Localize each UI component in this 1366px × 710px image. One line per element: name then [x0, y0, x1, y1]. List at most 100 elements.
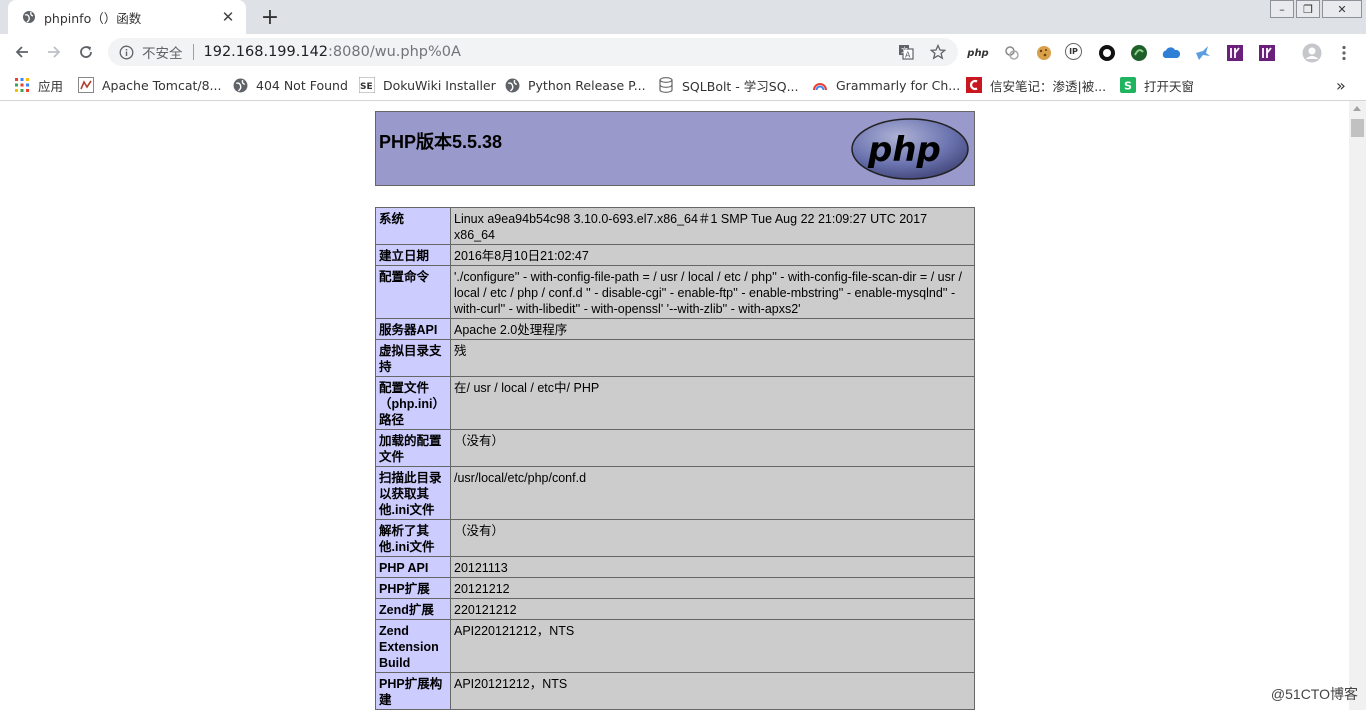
ip-extension-icon[interactable]: IP [1065, 43, 1082, 60]
toolbar: 不安全 192.168.199.142:8080/wu.php%0A A文 ph… [0, 34, 1366, 70]
table-row: 服务器API Apache 2.0处理程序 [375, 318, 975, 340]
vertical-scrollbar[interactable] [1349, 101, 1366, 710]
bookmark-label: 信安笔记：渗透|被... [990, 78, 1107, 94]
cookie-extension-icon[interactable] [1034, 43, 1054, 63]
row-key: 服务器API [375, 318, 451, 340]
table-row: PHP API 20121113 [375, 556, 975, 578]
info-icon[interactable] [118, 44, 134, 60]
bookmark-label: Python Release P... [528, 77, 646, 93]
dokuwiki-icon: SE [359, 77, 375, 93]
php-extension-icon[interactable]: php [967, 43, 988, 63]
back-arrow-icon [15, 46, 28, 58]
bookmarks-overflow-button[interactable]: » [1336, 76, 1346, 95]
row-value: API220121212，NTS [450, 619, 975, 673]
bookmark-python[interactable]: Python Release P... [504, 76, 646, 94]
link-extension-icon[interactable] [1002, 43, 1022, 63]
bookmark-label: Grammarly for Ch... [836, 77, 961, 93]
row-key: PHP API [375, 556, 451, 578]
bookmark-dokuwiki[interactable]: SE DokuWiki Installer [359, 76, 496, 94]
minimize-button[interactable]: – [1270, 0, 1294, 18]
row-key: 配置文件（php.ini）路径 [375, 376, 451, 430]
bookmark-label: SQLBolt - 学习SQ... [682, 78, 799, 94]
profile-avatar-icon[interactable] [1302, 43, 1322, 63]
row-key: PHP扩展构建 [375, 672, 451, 710]
row-value: 220121212 [450, 598, 975, 620]
table-row: PHP扩展 20121212 [375, 577, 975, 599]
row-key: 配置命令 [375, 265, 451, 319]
back-button[interactable] [10, 40, 34, 64]
row-key: 扫描此目录以获取其他.ini文件 [375, 466, 451, 520]
divider [192, 44, 194, 60]
watermark: @51CTO博客 [1270, 686, 1358, 702]
c-logo-icon [966, 77, 982, 93]
forward-arrow-icon [48, 46, 61, 58]
table-row: Zend扩展 220121212 [375, 598, 975, 620]
bookmark-404[interactable]: 404 Not Found [232, 76, 348, 94]
green-extension-icon[interactable] [1129, 43, 1149, 63]
row-value: API20121212，NTS [450, 672, 975, 710]
apps-grid-icon [14, 77, 30, 93]
bookmark-apps[interactable]: 应用 [14, 76, 63, 94]
rainbow-icon [812, 77, 828, 93]
page-title: PHP版本5.5.38 [379, 132, 503, 152]
database-icon [658, 77, 674, 93]
page-viewport: PHP版本5.5.38 php 系统 Linux a9ea94b54c98 3.1… [0, 101, 1349, 710]
translate-icon[interactable]: A文 [897, 43, 915, 61]
reload-button[interactable] [74, 40, 98, 64]
scrollbar-thumb[interactable] [1351, 119, 1364, 137]
row-value: （没有） [450, 429, 975, 467]
url-text[interactable]: 192.168.199.142:8080/wu.php%0A [204, 44, 461, 60]
bookmark-dakaitianchuang[interactable]: S 打开天窗 [1120, 76, 1194, 94]
row-value: 2016年8月10日21:02:47 [450, 244, 975, 266]
tab-strip: phpinfo（）函数 ✕ + – ❐ ✕ [0, 0, 1366, 34]
bookmark-tomcat[interactable]: Apache Tomcat/8... [78, 76, 221, 94]
tab-title: phpinfo（）函数 [44, 10, 142, 26]
row-key: 加载的配置文件 [375, 429, 451, 467]
row-key: 建立日期 [375, 244, 451, 266]
row-key: 虚拟目录支持 [375, 339, 451, 377]
row-value: 残 [450, 339, 975, 377]
cloud-extension-icon[interactable] [1161, 43, 1181, 63]
bird-extension-icon[interactable] [1193, 43, 1213, 63]
bookmark-sqlbolt[interactable]: SQLBolt - 学习SQ... [658, 76, 799, 94]
purple-extension-icon-2[interactable] [1257, 43, 1277, 63]
svg-text:S: S [1124, 80, 1132, 93]
row-key: Zend Extension Build [375, 619, 451, 673]
address-bar[interactable]: 不安全 192.168.199.142:8080/wu.php%0A [108, 38, 958, 66]
row-key: 系统 [375, 207, 451, 245]
row-value: 在/ usr / local / etc中/ PHP [450, 376, 975, 430]
table-row: 虚拟目录支持残 [375, 339, 975, 377]
restore-button[interactable]: ❐ [1296, 0, 1320, 18]
bookmark-grammarly[interactable]: Grammarly for Ch... [812, 76, 960, 94]
globe-icon [504, 77, 520, 93]
row-value: 20121113 [450, 556, 975, 578]
tab-phpinfo[interactable]: phpinfo（）函数 ✕ [8, 0, 246, 34]
php-version-header: PHP版本5.5.38 php [375, 111, 975, 186]
svg-text:文: 文 [901, 46, 908, 55]
row-value: Apache 2.0处理程序 [450, 318, 975, 340]
table-row: 加载的配置文件 （没有） [375, 429, 975, 467]
new-tab-button[interactable]: + [258, 5, 282, 30]
row-value: 20121212 [450, 577, 975, 599]
table-row: 配置命令 './configure'' - with-config-file-pa… [375, 265, 975, 319]
globe-icon [232, 77, 248, 93]
php-logo-icon: php [851, 118, 969, 180]
table-row: 扫描此目录以获取其他.ini文件/usr/local/etc/php/conf.… [375, 466, 975, 520]
bookmark-xinan[interactable]: 信安笔记：渗透|被... [966, 76, 1106, 94]
security-label[interactable]: 不安全 [142, 42, 183, 62]
row-key: PHP扩展 [375, 577, 451, 599]
scroll-up-icon[interactable] [1353, 106, 1361, 111]
close-window-button[interactable]: ✕ [1322, 0, 1362, 18]
globe-icon [22, 10, 36, 24]
purple-extension-icon[interactable] [1225, 43, 1245, 63]
menu-dots-icon[interactable] [1334, 43, 1354, 63]
tab-close-icon[interactable]: ✕ [218, 7, 238, 27]
row-value: （没有） [450, 519, 975, 557]
row-value: './configure'' - with-config-file-path =… [450, 265, 975, 319]
forward-button[interactable] [42, 40, 66, 64]
bookmark-star-icon[interactable] [929, 43, 947, 61]
row-value: Linux a9ea94b54c98 3.10.0-693.el7.x86_64… [450, 207, 975, 245]
circle-extension-icon[interactable] [1097, 43, 1117, 63]
svg-text:SE: SE [360, 82, 373, 92]
s-logo-icon: S [1120, 77, 1136, 93]
